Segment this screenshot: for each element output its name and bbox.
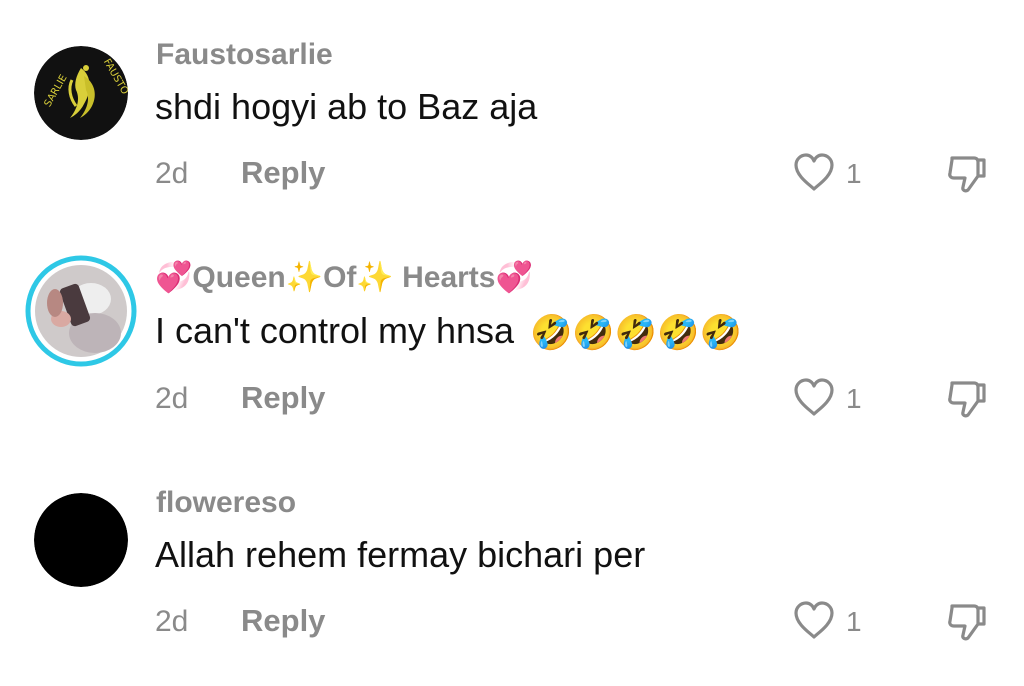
comment-timestamp: 2d: [155, 605, 189, 638]
comment-text: Allah rehem fermay bichari per: [155, 534, 646, 575]
comment-username[interactable]: flowereso: [156, 486, 296, 520]
avatar[interactable]: [34, 493, 128, 587]
like-count: 1: [846, 606, 862, 637]
black-circle-avatar: [34, 493, 128, 587]
heart-icon[interactable]: [792, 600, 836, 640]
reply-button[interactable]: Reply: [241, 603, 325, 639]
comment-item: flowereso Allah rehem fermay bichari per…: [0, 0, 1024, 686]
thumbs-down-icon[interactable]: [944, 598, 990, 644]
